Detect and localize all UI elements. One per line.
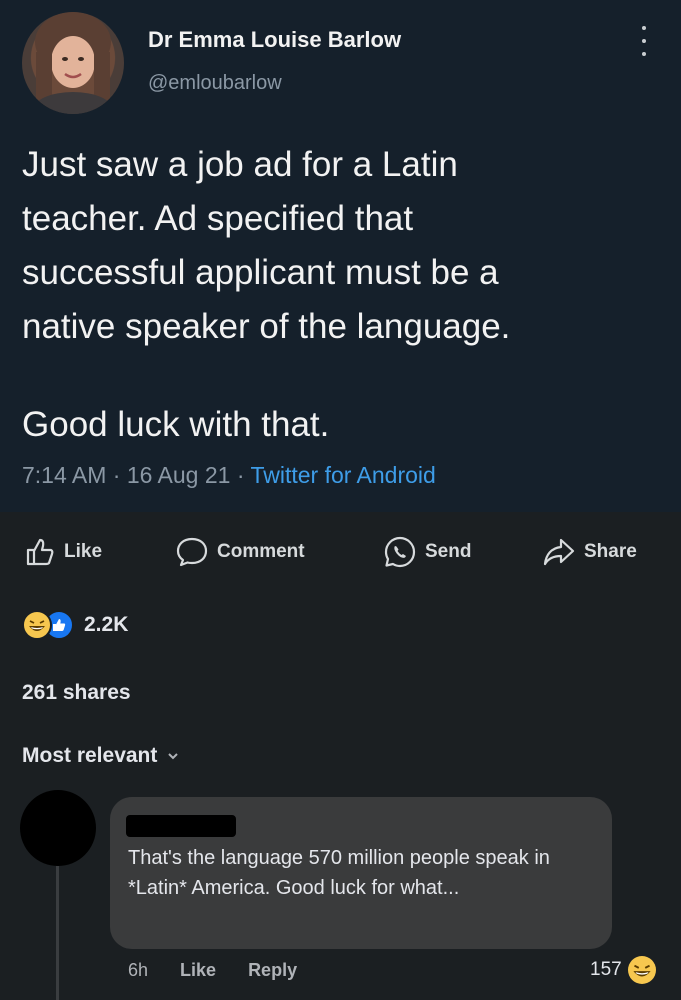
author-name[interactable]: Dr Emma Louise Barlow bbox=[148, 27, 401, 53]
send-button[interactable]: Send bbox=[383, 530, 471, 574]
share-label: Share bbox=[584, 541, 637, 562]
laugh-emoji-icon bbox=[22, 610, 52, 640]
tweet-line: teacher. Ad specified that bbox=[22, 199, 414, 238]
thumbs-up-outline-icon bbox=[26, 538, 54, 566]
tweet-text: Just saw a job ad for a Latin teacher. A… bbox=[22, 138, 662, 452]
laugh-emoji-icon bbox=[627, 956, 656, 984]
redacted-commenter-name bbox=[126, 815, 236, 837]
thread-line bbox=[56, 866, 59, 1000]
tweet-source-link[interactable]: Twitter for Android bbox=[250, 462, 435, 488]
tweet-line: Just saw a job ad for a Latin bbox=[22, 145, 458, 184]
reaction-count: 2.2K bbox=[84, 613, 129, 636]
tweet-meta: 7:14 AM · 16 Aug 21 · Twitter for Androi… bbox=[22, 462, 436, 489]
post-action-bar: Like Comment Send Share bbox=[0, 530, 681, 574]
comment-reaction-count: 157 bbox=[590, 959, 622, 980]
chevron-down-icon bbox=[168, 753, 179, 760]
share-button[interactable]: Share bbox=[542, 530, 637, 574]
comment-sort-dropdown[interactable]: Most relevant bbox=[22, 744, 179, 768]
send-label: Send bbox=[425, 541, 472, 562]
comment-button[interactable]: Comment bbox=[175, 530, 305, 574]
comment-like-button[interactable]: Like bbox=[180, 960, 216, 981]
tweet-card: Dr Emma Louise Barlow @emloubarlow Just … bbox=[0, 0, 681, 512]
like-label: Like bbox=[64, 541, 103, 562]
reactions-summary[interactable]: 2.2K bbox=[22, 607, 128, 643]
comment-reactions[interactable]: 157 bbox=[590, 956, 656, 984]
author-handle[interactable]: @emloubarlow bbox=[148, 72, 282, 95]
comment-reply-button[interactable]: Reply bbox=[248, 960, 297, 981]
comment-timestamp: 6h bbox=[128, 960, 149, 980]
more-options-icon[interactable] bbox=[637, 26, 651, 56]
comment-bubble-icon bbox=[176, 537, 208, 567]
comment-actions: 6h Like Reply bbox=[128, 960, 297, 981]
tweet-line: successful applicant must be a bbox=[22, 253, 499, 292]
commenter-avatar[interactable] bbox=[20, 790, 96, 866]
sort-label: Most relevant bbox=[22, 744, 158, 767]
whatsapp-send-icon bbox=[384, 536, 416, 568]
share-count[interactable]: 261 shares bbox=[22, 681, 131, 705]
like-button[interactable]: Like bbox=[24, 530, 102, 574]
tweet-timestamp: 7:14 AM · 16 Aug 21 · bbox=[22, 462, 251, 488]
comment-label: Comment bbox=[217, 541, 305, 562]
share-arrow-icon bbox=[543, 538, 575, 566]
comment-bubble: That's the language 570 million people s… bbox=[110, 797, 612, 949]
tweet-line: native speaker of the language. bbox=[22, 307, 511, 346]
tweet-closing-line: Good luck with that. bbox=[22, 405, 330, 444]
comment-text: That's the language 570 million people s… bbox=[128, 847, 550, 899]
author-avatar[interactable] bbox=[22, 12, 124, 114]
